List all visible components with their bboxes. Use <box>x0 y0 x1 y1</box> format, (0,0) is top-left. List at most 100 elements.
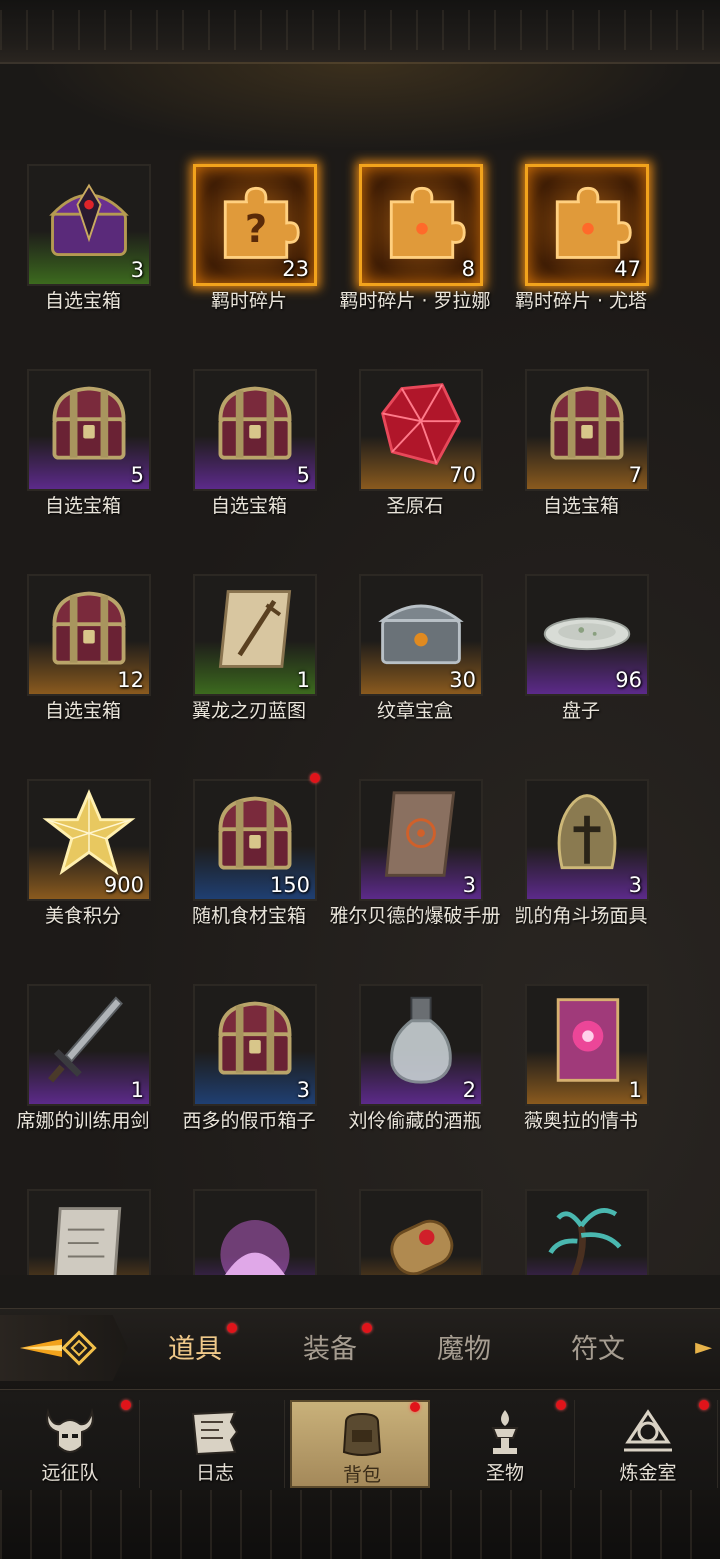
item-name: 盘子 <box>561 700 600 722</box>
nav-alchemy[interactable]: 炼金室 <box>578 1400 718 1488</box>
item-count: 7 <box>628 463 642 487</box>
backpack-icon <box>342 1412 382 1456</box>
inventory-item[interactable]: 7 自选宝箱 <box>498 355 664 540</box>
ornate-box-icon <box>378 604 464 665</box>
flask-icon <box>390 996 452 1084</box>
item-slot-frame[interactable]: 1 <box>27 984 151 1106</box>
tab-next-arrow-icon[interactable]: ► <box>695 1335 712 1360</box>
notification-dot <box>227 1323 237 1333</box>
item-slot-frame[interactable]: 3 <box>27 164 151 286</box>
puzzle-piece-icon <box>389 186 466 259</box>
item-slot-frame[interactable]: 3 <box>193 984 317 1106</box>
item-slot-frame[interactable]: 96 <box>525 574 649 696</box>
nav-label: 圣物 <box>485 1462 524 1484</box>
purple-crest-chest-icon <box>49 183 129 256</box>
chest-icon <box>218 386 292 460</box>
item-count: 8 <box>461 257 475 281</box>
item-slot-frame[interactable]: 900 <box>27 779 151 901</box>
item-slot-frame[interactable]: 5 <box>27 369 151 491</box>
teal-plant-icon <box>548 1208 622 1275</box>
nav-relics[interactable]: 圣物 <box>435 1400 575 1488</box>
item-name: 自选宝箱 <box>44 495 121 517</box>
item-slot-frame[interactable] <box>359 1189 483 1275</box>
inventory-item[interactable]: 5 自选宝箱 <box>0 355 166 540</box>
inventory-item[interactable] <box>332 1175 498 1275</box>
item-count: 3 <box>462 873 476 897</box>
item-name: 自选宝箱 <box>542 495 619 517</box>
nav-expedition[interactable]: 远征队 <box>0 1400 140 1488</box>
inventory-item[interactable]: 3 凯的角斗场面具 <box>498 765 664 950</box>
notification-dot <box>410 1402 420 1412</box>
item-slot-frame[interactable]: 1 <box>193 574 317 696</box>
inventory-item[interactable]: 3 雅尔贝德的爆破手册 <box>329 765 501 950</box>
inventory-item[interactable]: 5 自选宝箱 <box>166 355 332 540</box>
item-count: 47 <box>614 257 641 281</box>
inventory-item[interactable]: 8 羁时碎片 · 罗拉娜 <box>332 150 498 335</box>
inventory-item[interactable]: 96 盘子 <box>498 560 664 745</box>
item-slot-frame[interactable] <box>193 1189 317 1275</box>
item-slot-frame[interactable]: 1 <box>525 984 649 1106</box>
horned-helmet-icon <box>46 1408 94 1453</box>
tab-monsters[interactable]: 魔物 <box>404 1327 524 1366</box>
item-count: 12 <box>117 668 144 692</box>
nav-label: 远征队 <box>41 1462 99 1484</box>
item-slot-frame[interactable] <box>525 1189 649 1275</box>
item-slot-frame[interactable]: 3 <box>525 779 649 901</box>
inventory-item[interactable]: 3 自选宝箱 <box>0 150 166 335</box>
item-count: 70 <box>449 463 476 487</box>
item-name: 羁时碎片 · 尤塔 <box>514 290 648 312</box>
item-slot-frame[interactable]: 70 <box>359 369 483 491</box>
inventory-item[interactable]: 47 羁时碎片 · 尤塔 <box>498 150 664 335</box>
item-slot-frame[interactable]: 30 <box>359 574 483 696</box>
item-name: 刘伶偷藏的酒瓶 <box>348 1110 482 1132</box>
item-slot-frame[interactable]: 3 <box>359 779 483 901</box>
item-count: 5 <box>296 463 310 487</box>
inventory-item[interactable]: 1 席娜的训练用剑 <box>0 970 166 1155</box>
inventory-item[interactable]: 3 西多的假币箱子 <box>166 970 332 1155</box>
item-slot-frame[interactable]: 7 <box>525 369 649 491</box>
item-name: 凯的角斗场面具 <box>514 905 648 927</box>
inventory-item[interactable]: 2 刘伶偷藏的酒瓶 <box>332 970 498 1155</box>
item-grid[interactable]: 3 自选宝箱? 23 羁时碎片 8 羁时碎片 · 罗拉娜 47 羁时碎片 · 尤塔 5 自选宝箱 5… <box>0 150 720 1275</box>
item-name: 纹章宝盒 <box>376 700 453 722</box>
bottom-decoration <box>0 1490 720 1559</box>
item-count: 5 <box>130 463 144 487</box>
item-slot-frame[interactable]: 150 <box>193 779 317 901</box>
item-name: 随机食材宝箱 <box>191 905 306 927</box>
inventory-item[interactable] <box>0 1175 166 1275</box>
top-glow <box>0 62 720 162</box>
nav-journal[interactable]: 日志 <box>145 1400 285 1488</box>
item-slot-frame[interactable]: ? 23 <box>193 164 317 286</box>
item-name: 羁时碎片 <box>210 290 287 312</box>
item-count: 3 <box>296 1078 310 1102</box>
inventory-item[interactable] <box>166 1175 332 1275</box>
item-slot-frame[interactable]: 12 <box>27 574 151 696</box>
chest-icon <box>550 386 624 460</box>
tab-items[interactable]: 道具 <box>135 1323 255 1366</box>
puzzle-question-icon: ? <box>223 186 300 259</box>
item-count: 23 <box>282 257 309 281</box>
item-count: 1 <box>130 1078 144 1102</box>
tab-equipment[interactable]: 装备 <box>270 1323 390 1366</box>
inventory-item[interactable]: 30 纹章宝盒 <box>332 560 498 745</box>
red-gem-icon <box>381 383 462 466</box>
inventory-item[interactable]: 1 薇奥拉的情书 <box>498 970 664 1155</box>
item-slot-frame[interactable]: 5 <box>193 369 317 491</box>
item-slot-frame[interactable]: 8 <box>359 164 483 286</box>
inventory-item[interactable]: 1 翼龙之刃蓝图 <box>166 560 332 745</box>
inventory-item[interactable]: ? 23 羁时碎片 <box>166 150 332 335</box>
inventory-item[interactable]: 12 自选宝箱 <box>0 560 166 745</box>
gladiator-helmet-icon <box>557 794 617 870</box>
inventory-item[interactable]: 150 随机食材宝箱 <box>166 765 332 950</box>
tab-collapse-button[interactable] <box>0 1315 128 1381</box>
item-slot-frame[interactable] <box>27 1189 151 1275</box>
item-count: 30 <box>449 668 476 692</box>
item-name: 席娜的训练用剑 <box>16 1110 150 1132</box>
nav-backpack[interactable]: 背包 <box>290 1400 430 1488</box>
inventory-item[interactable]: 70 圣原石 <box>332 355 498 540</box>
inventory-item[interactable]: 900 美食积分 <box>0 765 166 950</box>
item-slot-frame[interactable]: 47 <box>525 164 649 286</box>
item-slot-frame[interactable]: 2 <box>359 984 483 1106</box>
tab-runes[interactable]: 符文 <box>538 1327 658 1366</box>
inventory-item[interactable] <box>498 1175 664 1275</box>
